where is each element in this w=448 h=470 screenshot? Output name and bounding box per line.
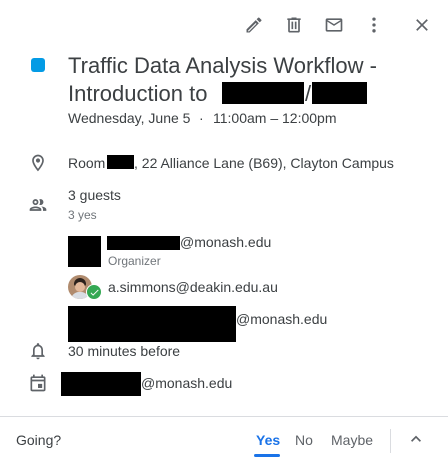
guest-email[interactable]: @monash.edu <box>180 234 271 250</box>
guests-summary: 3 guests <box>68 187 121 203</box>
location-prefix: Room <box>68 155 106 171</box>
redacted-block <box>107 236 180 250</box>
email-guests-button[interactable] <box>322 15 346 39</box>
rsvp-no-button[interactable]: No <box>295 432 313 448</box>
people-icon <box>28 195 48 215</box>
event-color-swatch <box>31 58 45 72</box>
event-title-line2-prefix: Introduction to <box>68 81 208 106</box>
more-vert-icon <box>364 15 384 40</box>
redacted-block <box>61 372 141 396</box>
event-time: 11:00am – 12:00pm <box>213 110 337 126</box>
chevron-up-icon <box>406 429 426 454</box>
rsvp-bar: Going? Yes No Maybe <box>0 416 448 470</box>
redacted-block <box>222 82 304 104</box>
close-button[interactable] <box>410 15 434 39</box>
trash-icon <box>284 15 304 40</box>
event-title-line1: Traffic Data Analysis Workflow - <box>68 53 377 78</box>
event-title-slash: / <box>305 81 312 106</box>
redacted-block <box>107 155 134 169</box>
redacted-block <box>312 82 367 104</box>
calendar-icon <box>28 373 48 393</box>
location-pin-icon <box>28 153 48 173</box>
rsvp-maybe-button[interactable]: Maybe <box>331 432 373 448</box>
pencil-icon <box>244 15 264 40</box>
going-label: Going? <box>16 432 62 448</box>
footer-divider <box>390 429 391 453</box>
edit-button[interactable] <box>242 15 266 39</box>
guest-email[interactable]: @monash.edu <box>236 311 327 327</box>
mail-icon <box>324 15 344 40</box>
date-time-separator: · <box>199 110 204 126</box>
avatar <box>68 236 101 267</box>
reminder-text: 30 minutes before <box>68 343 181 359</box>
rsvp-yes-button[interactable]: Yes <box>256 432 280 448</box>
more-options-button[interactable] <box>362 15 386 39</box>
location-address[interactable]: , 22 Alliance Lane (B69), Clayton Campus <box>134 155 394 171</box>
redacted-block <box>68 306 236 342</box>
bell-icon <box>28 341 48 361</box>
expand-button[interactable] <box>404 429 428 453</box>
guests-yes-count: 3 yes <box>68 208 97 222</box>
close-icon <box>412 15 432 40</box>
guest-email[interactable]: a.simmons@deakin.edu.au <box>108 279 278 295</box>
accepted-check-icon <box>86 284 102 300</box>
guest-role: Organizer <box>108 254 161 268</box>
calendar-owner: @monash.edu <box>141 375 233 391</box>
delete-button[interactable] <box>282 15 306 39</box>
event-date: Wednesday, June 5 <box>68 110 191 126</box>
rsvp-selected-indicator <box>254 454 280 457</box>
